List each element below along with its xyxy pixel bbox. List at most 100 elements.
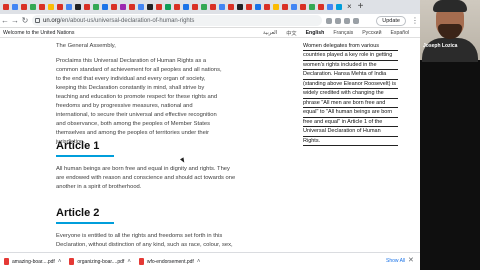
tab-favicon-13[interactable]	[120, 4, 126, 10]
extension-icon[interactable]	[344, 17, 350, 24]
tab-favicon-22[interactable]	[201, 4, 207, 10]
caption-line: Women delegates from various	[303, 42, 398, 52]
tab-favicon-7[interactable]	[66, 4, 72, 10]
tab-favicon-6[interactable]	[57, 4, 63, 10]
tab-favicon-10[interactable]	[93, 4, 99, 10]
tab-favicon-14[interactable]	[129, 4, 135, 10]
webcam-name: Joseph Lozica	[423, 43, 458, 49]
chevron-up-icon[interactable]: ˄	[127, 259, 131, 265]
pdf-file-icon	[4, 258, 9, 265]
close-icon[interactable]: ✕	[408, 256, 414, 264]
preamble-text: Proclaims this Universal Declaration of …	[56, 58, 222, 145]
tab-favicon-26[interactable]	[237, 4, 243, 10]
tab-favicon-16[interactable]	[147, 4, 153, 10]
page-content: The General Assembly, Proclaims this Uni…	[0, 39, 420, 248]
tab-favicon-15[interactable]	[138, 4, 144, 10]
close-icon[interactable]: ×	[347, 3, 352, 11]
caption-line: Rights.	[303, 136, 398, 147]
tab-favicon-12[interactable]	[111, 4, 117, 10]
url-input[interactable]: un.org/en/about-us/universal-declaration…	[32, 15, 322, 26]
tab-favicon-5[interactable]	[48, 4, 54, 10]
tab-favicon-0[interactable]	[3, 4, 9, 10]
tab-favicon-32[interactable]	[291, 4, 297, 10]
tab-favicon-8[interactable]	[75, 4, 81, 10]
tab-favicon-18[interactable]	[165, 4, 171, 10]
tab-favicon-27[interactable]	[246, 4, 252, 10]
new-tab-plus-icon[interactable]: +	[358, 2, 364, 12]
tab-favicon-1[interactable]	[12, 4, 18, 10]
menu-icon[interactable]: ⋮	[410, 16, 420, 26]
chevron-up-icon[interactable]: ˄	[58, 259, 62, 265]
tab-favicon-9[interactable]	[84, 4, 90, 10]
caption-line: Declaration. Hansa Mehta of India	[303, 70, 398, 80]
caption-line: countries played a key role in getting	[303, 51, 398, 61]
tab-favicon-33[interactable]	[300, 4, 306, 10]
download-item[interactable]: amazing-boar....pdf ˄	[0, 253, 65, 270]
article-1-text: All human beings are born free and equal…	[56, 166, 236, 190]
caption-line: widely credited with changing the	[303, 89, 398, 99]
show-all-button[interactable]: Show All	[386, 258, 405, 264]
chevron-up-icon[interactable]: ˄	[197, 259, 201, 265]
tab-favicon-30[interactable]	[273, 4, 279, 10]
tab-favicon-35[interactable]	[318, 4, 324, 10]
language-link[interactable]: Español	[390, 30, 409, 36]
language-switcher: العربية 中文 English Français Русский Español	[263, 28, 409, 38]
update-button[interactable]: Update	[376, 15, 406, 26]
url-host: un.org	[43, 17, 61, 24]
language-link[interactable]: Русский	[362, 30, 381, 36]
download-filename: wfo-endorsement.pdf	[146, 258, 194, 265]
caption-line: phrase "All men are born free and	[303, 98, 398, 109]
tab-favicon-19[interactable]	[174, 4, 180, 10]
tab-favicon-4[interactable]	[39, 4, 45, 10]
pdf-file-icon	[138, 258, 144, 265]
caption-line: (standing above Eleanor Roosevelt) is	[303, 79, 398, 90]
person-shoulders	[422, 38, 478, 62]
tab-favicon-36[interactable]	[327, 4, 333, 10]
tab-favicon-17[interactable]	[156, 4, 162, 10]
download-filename: organizing-boar....pdf	[77, 258, 125, 265]
profile-icon[interactable]	[353, 17, 359, 24]
address-bar: ← → ↻ un.org/en/about-us/universal-decla…	[0, 14, 420, 28]
tab-favicon-21[interactable]	[192, 4, 198, 10]
tab-favicon-24[interactable]	[219, 4, 225, 10]
un-top-bar: Welcome to the United Nations العربية 中文 E…	[0, 28, 420, 38]
article-2-heading: Article 2	[56, 207, 100, 219]
image-caption: Women delegates from various countries pl…	[303, 42, 398, 147]
tab-favicon-28[interactable]	[255, 4, 261, 10]
tab-favicon-2[interactable]	[21, 4, 27, 10]
download-filename: amazing-boar....pdf	[12, 258, 55, 265]
share-icon[interactable]	[326, 17, 332, 24]
back-icon[interactable]: ←	[0, 16, 10, 26]
star-icon[interactable]	[335, 17, 341, 24]
language-link[interactable]: العربية	[263, 30, 277, 36]
tab-favicon-23[interactable]	[210, 4, 216, 10]
general-assembly-text: The General Assembly,	[56, 43, 116, 49]
pdf-file-icon	[69, 258, 75, 265]
article-2-text: Everyone is entitled to all the rights a…	[56, 233, 233, 248]
tab-favicon-31[interactable]	[282, 4, 288, 10]
forward-icon[interactable]: →	[10, 16, 20, 26]
tab-favicon-25[interactable]	[228, 4, 234, 10]
caption-line: women's rights included in the	[303, 60, 398, 71]
article-1-heading: Article 1	[56, 140, 100, 152]
tab-favicon-34[interactable]	[309, 4, 315, 10]
tab-favicon-3[interactable]	[30, 4, 36, 10]
tab-favicon-11[interactable]	[102, 4, 108, 10]
webcam-panel: Joseph Lozica	[420, 0, 480, 270]
tab-favicon-29[interactable]	[264, 4, 270, 10]
tab-favicon-37[interactable]	[336, 4, 342, 10]
tab-favicon-20[interactable]	[183, 4, 189, 10]
download-item[interactable]: wfo-endorsement.pdf ˄	[135, 253, 205, 270]
caption-line: free and equal" in Article 1 of the	[303, 117, 398, 128]
language-link[interactable]: Français	[333, 30, 353, 36]
welcome-link[interactable]: Welcome to the United Nations	[3, 30, 74, 36]
language-link[interactable]: English	[306, 30, 325, 36]
language-link[interactable]: 中文	[286, 30, 296, 37]
caption-line: equal" to "All human beings are born	[303, 108, 398, 118]
lock-icon	[35, 18, 40, 23]
reload-icon[interactable]: ↻	[20, 16, 30, 26]
article-1-underline	[56, 155, 114, 157]
caption-line: Universal Declaration of Human	[303, 127, 398, 137]
download-item[interactable]: organizing-boar....pdf ˄	[65, 253, 135, 270]
person-hat	[433, 0, 467, 12]
